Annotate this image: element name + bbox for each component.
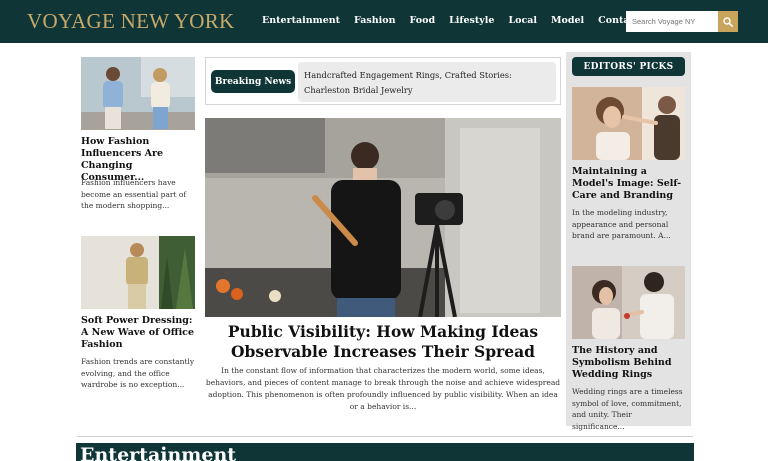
- nav-food[interactable]: Food: [410, 15, 436, 26]
- article-image-wedding-rings[interactable]: [572, 266, 685, 339]
- nav-lifestyle[interactable]: Lifestyle: [449, 15, 494, 26]
- article-image-office-fashion[interactable]: [81, 236, 195, 309]
- search-input[interactable]: [626, 11, 718, 32]
- site-logo[interactable]: VOYAGE NEW YORK: [27, 9, 235, 34]
- article-excerpt: Fashion trends are constantly evolving, …: [81, 357, 195, 389]
- nav-model[interactable]: Model: [551, 15, 584, 26]
- article-excerpt: Wedding rings are a timeless symbol of l…: [572, 387, 683, 431]
- article-title[interactable]: Maintaining a Model's Image: Self-Care a…: [572, 166, 688, 202]
- breaking-news-label: Breaking News: [211, 70, 295, 93]
- nav-entertainment[interactable]: Entertainment: [262, 15, 340, 26]
- article-image-fashion-influencers[interactable]: [81, 57, 195, 130]
- search-icon: [723, 16, 733, 27]
- hero-excerpt: In the constant flow of information that…: [205, 366, 561, 411]
- breaking-news-ticker: Breaking News Handcrafted Engagement Rin…: [205, 57, 561, 105]
- main-nav: Entertainment Fashion Food Lifestyle Loc…: [262, 15, 671, 26]
- nav-fashion[interactable]: Fashion: [354, 15, 396, 26]
- article-excerpt: In the modeling industry, appearance and…: [572, 208, 671, 240]
- article-title[interactable]: The History and Symbolism Behind Wedding…: [572, 345, 685, 381]
- hero-image[interactable]: [205, 118, 561, 317]
- section-title[interactable]: Entertainment: [80, 444, 236, 461]
- search-button[interactable]: [718, 11, 738, 32]
- hero-title[interactable]: Public Visibility: How Making Ideas Obse…: [205, 322, 561, 362]
- search-box: [626, 11, 738, 32]
- breaking-news-headline[interactable]: Handcrafted Engagement Rings, Crafted St…: [298, 62, 556, 102]
- editors-picks-heading: EDITORS' PICKS: [572, 57, 685, 76]
- section-divider: [77, 436, 693, 437]
- article-title[interactable]: Soft Power Dressing: A New Wave of Offic…: [81, 315, 195, 351]
- nav-local[interactable]: Local: [508, 15, 537, 26]
- article-excerpt: Fashion influencers have become an essen…: [81, 178, 187, 210]
- section-header-entertainment: Entertainment: [76, 443, 694, 461]
- site-header: VOYAGE NEW YORK Entertainment Fashion Fo…: [0, 0, 768, 43]
- article-image-model-self-care[interactable]: [572, 87, 685, 160]
